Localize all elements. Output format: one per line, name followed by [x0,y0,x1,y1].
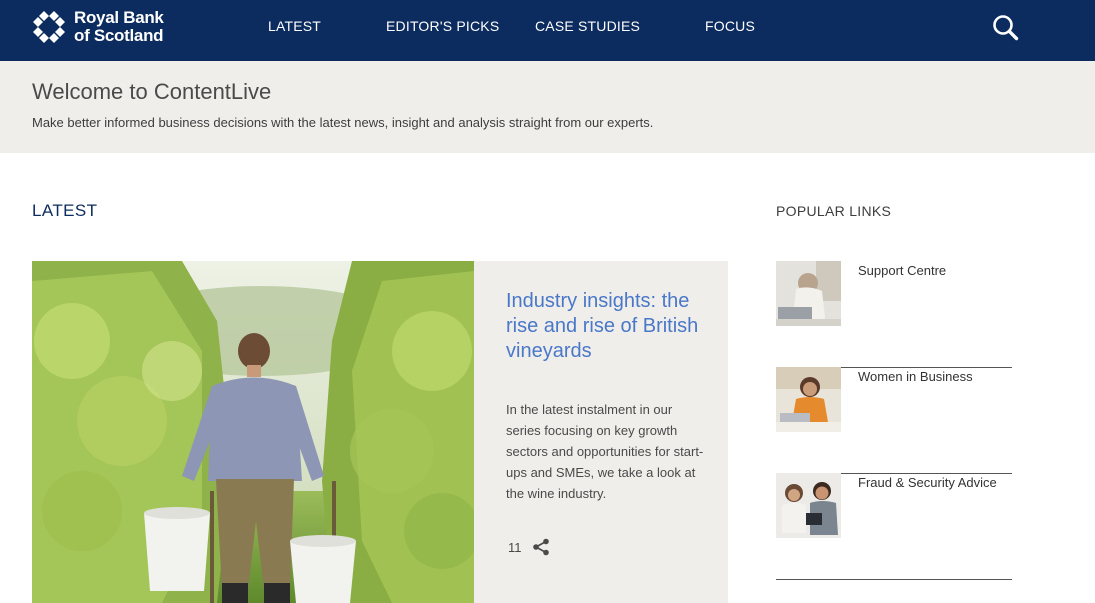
feature-article-panel: Industry insights: the rise and rise of … [474,261,728,603]
popular-link-label: Support Centre [858,263,947,278]
nav-latest[interactable]: LATEST [268,18,321,34]
feature-article-title[interactable]: Industry insights: the rise and rise of … [506,289,706,364]
vineyard-photo [32,261,474,603]
share-button[interactable] [532,538,550,561]
women-in-business-photo [776,367,841,432]
welcome-banner: Welcome to ContentLive Make better infor… [0,61,1095,153]
nav-case-studies[interactable]: CASE STUDIES [535,18,640,34]
brand-line-1: Royal Bank [74,8,164,27]
share-count: 11 [508,540,522,555]
popular-links-heading: POPULAR LINKS [776,203,892,219]
feature-article-image[interactable] [32,261,474,603]
welcome-title: Welcome to ContentLive [32,79,272,104]
fraud-security-photo [776,473,841,538]
latest-heading: LATEST [32,201,98,220]
search-icon [993,15,1019,41]
welcome-subtitle: Make better informed business decisions … [32,115,654,130]
share-icon [533,538,549,556]
nav-focus[interactable]: FOCUS [705,18,755,34]
fraud-security-thumbnail [776,473,841,538]
support-centre-thumbnail [776,261,841,326]
brand-line-2: of Scotland [74,26,164,45]
brand-logo[interactable]: Royal Bank of Scotland [31,9,164,45]
top-nav-bar: Royal Bank of Scotland LATEST EDITOR'S P… [0,0,1095,61]
feature-article-description: In the latest instalment in our series f… [506,402,704,501]
popular-link-women-in-business[interactable]: Women in Business [776,367,1012,474]
popular-link-label: Women in Business [858,369,973,384]
nav-editors-picks[interactable]: EDITOR'S PICKS [386,18,499,34]
search-button[interactable] [992,14,1019,41]
popular-link-fraud-security-advice[interactable]: Fraud & Security Advice [776,473,1012,580]
popular-link-label: Fraud & Security Advice [858,475,997,490]
popular-link-support-centre[interactable]: Support Centre [776,261,1012,368]
daisy-logo-icon [33,11,65,43]
women-in-business-thumbnail [776,367,841,432]
brand-name: Royal Bank of Scotland [74,9,164,45]
support-centre-photo [776,261,841,326]
